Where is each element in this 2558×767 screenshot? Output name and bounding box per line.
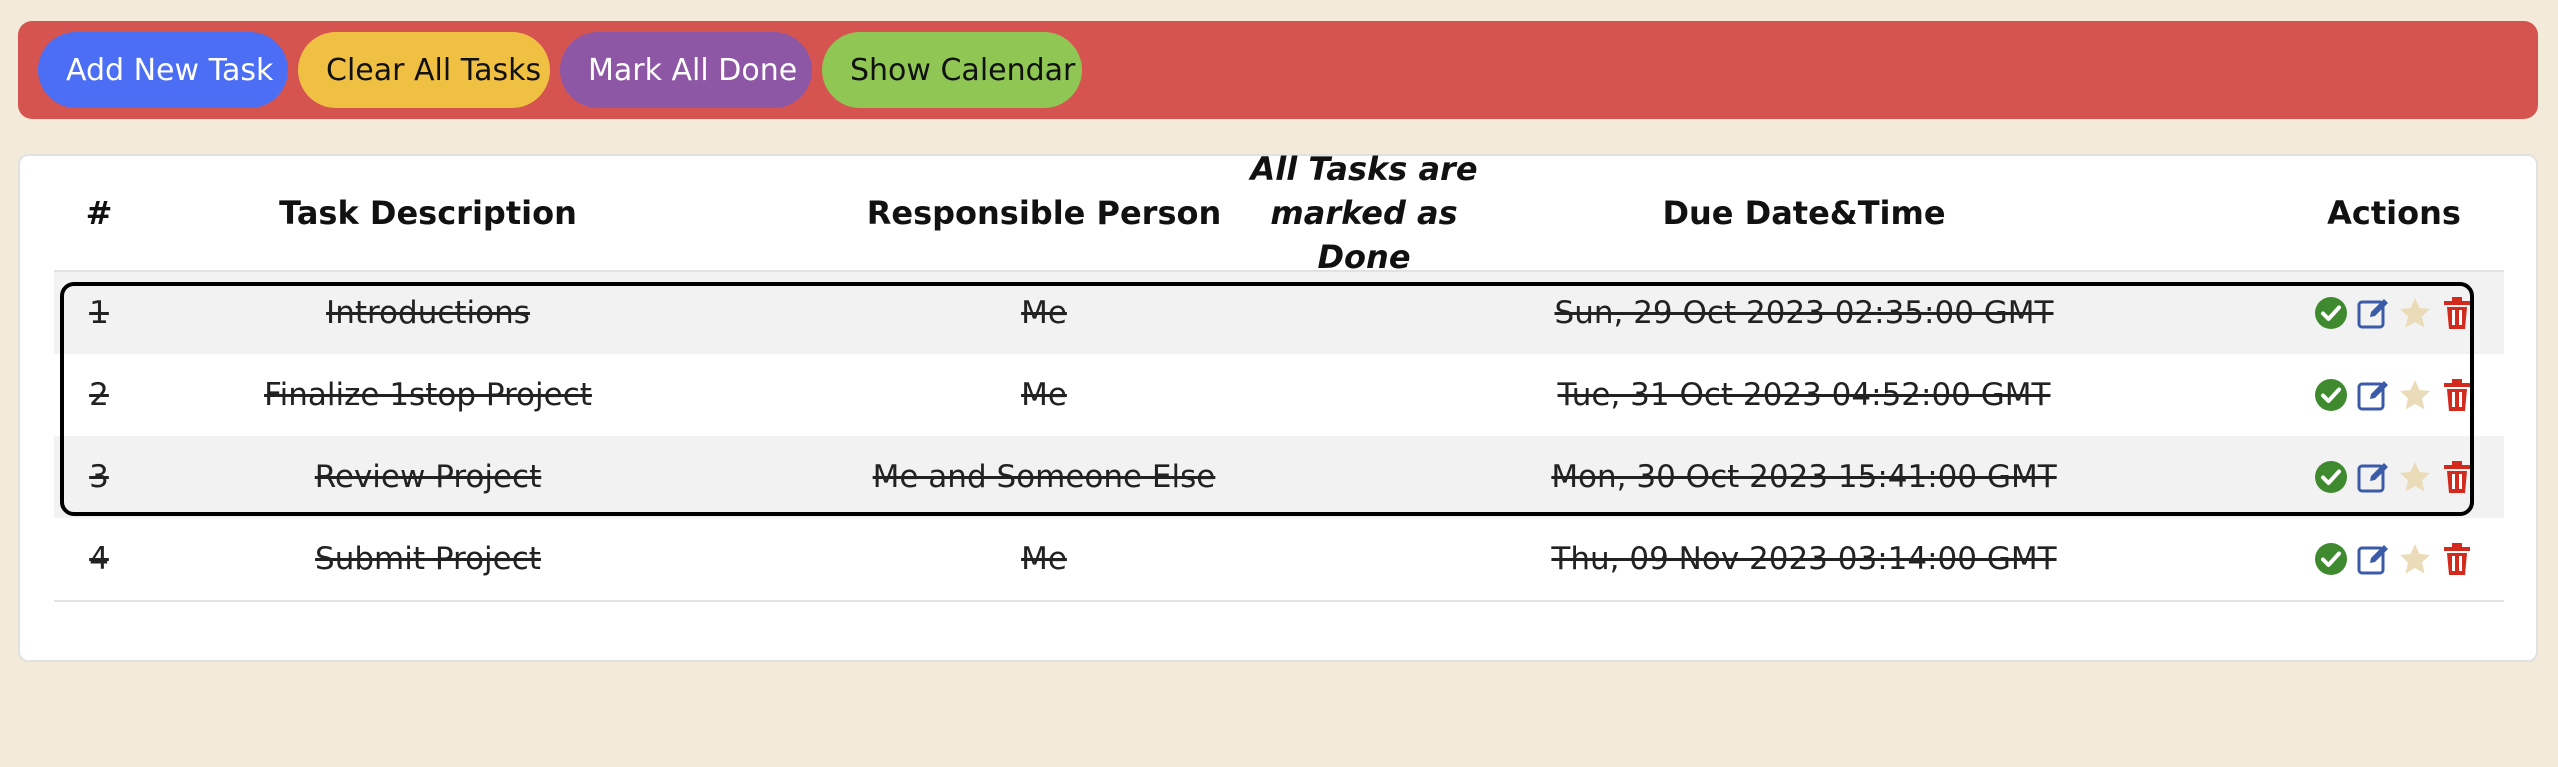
trash-icon[interactable] — [2440, 460, 2474, 494]
row-due: Sun, 29 Oct 2023 02:35:00 GMT — [1554, 295, 2054, 331]
row-due: Mon, 30 Oct 2023 15:41:00 GMT — [1551, 459, 2057, 495]
star-icon[interactable] — [2398, 460, 2432, 494]
row-person: Me — [1021, 541, 1067, 577]
table-header: # Task Description Responsible Person Al… — [54, 150, 2504, 276]
edit-icon[interactable] — [2356, 460, 2390, 494]
check-icon[interactable] — [2314, 296, 2348, 330]
table-row: 4 Submit Project Me Thu, 09 Nov 2023 03:… — [54, 518, 2504, 602]
row-person: Me — [1021, 377, 1067, 413]
row-num: 4 — [89, 541, 109, 577]
row-person: Me and Someone Else — [872, 459, 1216, 495]
row-description: Finalize 1stop Project — [264, 377, 592, 413]
table-row: 1 Introductions Me Sun, 29 Oct 2023 02:3… — [54, 272, 2504, 356]
check-icon[interactable] — [2314, 460, 2348, 494]
row-actions — [2274, 436, 2514, 518]
clear-all-tasks-button[interactable]: Clear All Tasks — [298, 32, 550, 108]
header-num: # — [85, 194, 113, 232]
task-table-card: # Task Description Responsible Person Al… — [18, 150, 2538, 662]
star-icon[interactable] — [2398, 296, 2432, 330]
edit-icon[interactable] — [2356, 296, 2390, 330]
check-icon[interactable] — [2314, 378, 2348, 412]
add-new-task-button[interactable]: Add New Task — [38, 32, 288, 108]
mark-all-done-button[interactable]: Mark All Done — [560, 32, 812, 108]
row-num: 1 — [89, 295, 109, 331]
row-description: Review Project — [314, 459, 542, 495]
table-row: 3 Review Project Me and Someone Else Mon… — [54, 436, 2504, 520]
row-num: 3 — [89, 459, 109, 495]
star-icon[interactable] — [2398, 542, 2432, 576]
edit-icon[interactable] — [2356, 542, 2390, 576]
header-person: Responsible Person — [866, 194, 1222, 232]
row-actions — [2274, 518, 2514, 600]
row-description: Introductions — [326, 295, 530, 331]
toolbar: Add New Task Clear All Tasks Mark All Do… — [18, 21, 2538, 119]
row-actions — [2274, 272, 2514, 354]
edit-icon[interactable] — [2356, 378, 2390, 412]
row-person: Me — [1021, 295, 1067, 331]
row-due: Tue, 31 Oct 2023 04:52:00 GMT — [1557, 377, 2051, 413]
trash-icon[interactable] — [2440, 296, 2474, 330]
table-row: 2 Finalize 1stop Project Me Tue, 31 Oct … — [54, 354, 2504, 438]
row-actions — [2274, 354, 2514, 436]
row-due: Thu, 09 Nov 2023 03:14:00 GMT — [1551, 541, 2057, 577]
trash-icon[interactable] — [2440, 542, 2474, 576]
header-due: Due Date&Time — [1662, 194, 1946, 232]
header-actions: Actions — [2327, 194, 2461, 232]
show-calendar-button[interactable]: Show Calendar — [822, 32, 1082, 108]
trash-icon[interactable] — [2440, 378, 2474, 412]
header-description: Task Description — [279, 194, 577, 232]
row-num: 2 — [89, 377, 109, 413]
star-icon[interactable] — [2398, 378, 2432, 412]
row-description: Submit Project — [315, 541, 541, 577]
check-icon[interactable] — [2314, 542, 2348, 576]
